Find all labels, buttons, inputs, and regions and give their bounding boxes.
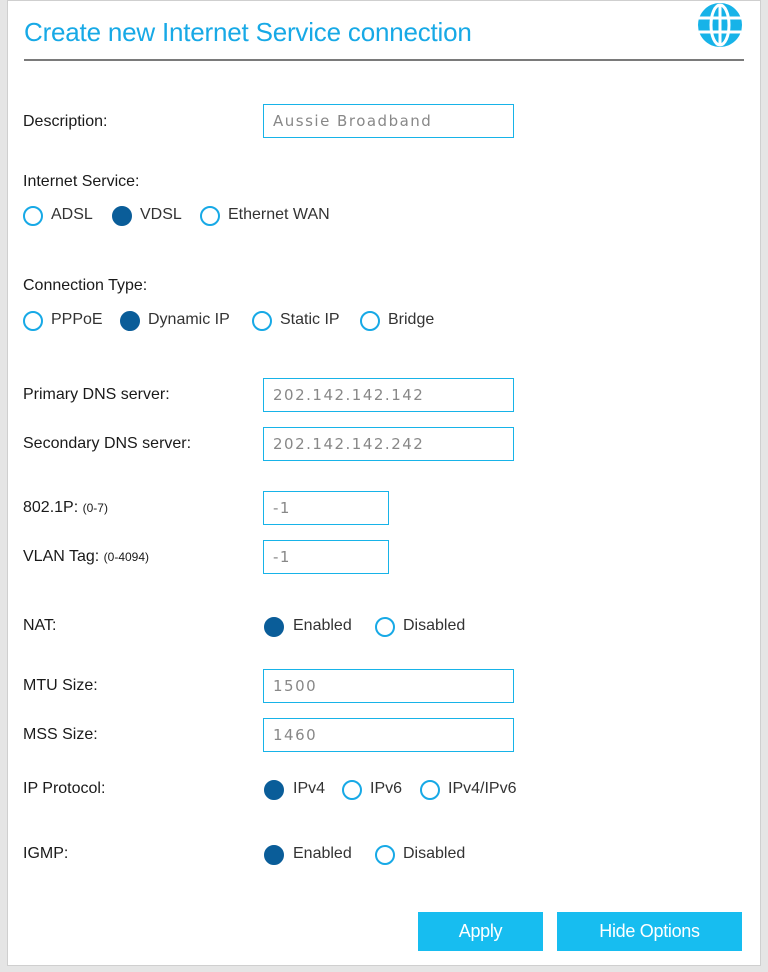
radio-static-ip[interactable] bbox=[252, 311, 272, 331]
ip-protocol-label: IP Protocol: bbox=[23, 780, 106, 797]
connection-panel: Create new Internet Service connection bbox=[7, 0, 761, 966]
vlan-tag-hint: (0-4094) bbox=[103, 550, 150, 564]
p8021-hint: (0-7) bbox=[82, 501, 108, 515]
p8021-input[interactable]: -1 bbox=[263, 491, 389, 525]
mss-size-label: MSS Size: bbox=[23, 726, 98, 743]
radio-ethernet-wan[interactable] bbox=[200, 206, 220, 226]
apply-button[interactable]: Apply bbox=[418, 912, 543, 951]
vlan-tag-input[interactable]: -1 bbox=[263, 540, 389, 574]
vlan-tag-label: VLAN Tag: (0-4094) bbox=[23, 548, 149, 566]
hide-options-button[interactable]: Hide Options bbox=[557, 912, 742, 951]
radio-adsl[interactable] bbox=[23, 206, 43, 226]
globe-icon bbox=[698, 3, 742, 47]
igmp-label: IGMP: bbox=[23, 845, 69, 862]
vlan-tag-label-text: VLAN Tag: bbox=[23, 548, 100, 565]
radio-igmp-disabled-label: Disabled bbox=[403, 845, 466, 862]
radio-bridge-label: Bridge bbox=[388, 311, 435, 328]
radio-ipv4[interactable] bbox=[264, 780, 284, 800]
radio-vdsl-label: VDSL bbox=[140, 206, 182, 223]
connection-type-label: Connection Type: bbox=[23, 277, 148, 294]
internet-service-label: Internet Service: bbox=[23, 173, 140, 190]
radio-vdsl[interactable] bbox=[112, 206, 132, 226]
radio-ipv4-ipv6[interactable] bbox=[420, 780, 440, 800]
radio-ethernet-wan-label: Ethernet WAN bbox=[228, 206, 330, 223]
secondary-dns-label: Secondary DNS server: bbox=[23, 435, 192, 452]
p8021-label-text: 802.1P: bbox=[23, 499, 79, 516]
description-input[interactable]: Aussie Broadband bbox=[263, 104, 514, 138]
mtu-size-input[interactable]: 1500 bbox=[263, 669, 514, 703]
radio-bridge[interactable] bbox=[360, 311, 380, 331]
radio-pppoe[interactable] bbox=[23, 311, 43, 331]
p8021-label: 802.1P: (0-7) bbox=[23, 499, 108, 517]
radio-dynamic-ip[interactable] bbox=[120, 311, 140, 331]
mss-size-input[interactable]: 1460 bbox=[263, 718, 514, 752]
radio-dynamic-ip-label: Dynamic IP bbox=[148, 311, 230, 328]
radio-igmp-disabled[interactable] bbox=[375, 845, 395, 865]
primary-dns-label: Primary DNS server: bbox=[23, 386, 170, 403]
radio-ipv4-ipv6-label: IPv4/IPv6 bbox=[448, 780, 517, 797]
radio-adsl-label: ADSL bbox=[51, 206, 93, 223]
radio-nat-enabled[interactable] bbox=[264, 617, 284, 637]
radio-ipv6-label: IPv6 bbox=[370, 780, 403, 797]
radio-nat-enabled-label: Enabled bbox=[293, 617, 352, 634]
radio-igmp-enabled[interactable] bbox=[264, 845, 284, 865]
page-title: Create new Internet Service connection bbox=[24, 17, 472, 47]
radio-nat-disabled-label: Disabled bbox=[403, 617, 466, 634]
radio-static-ip-label: Static IP bbox=[280, 311, 340, 328]
radio-pppoe-label: PPPoE bbox=[51, 311, 103, 328]
mtu-size-label: MTU Size: bbox=[23, 677, 98, 694]
title-divider bbox=[24, 59, 744, 61]
secondary-dns-input[interactable]: 202.142.142.242 bbox=[263, 427, 514, 461]
primary-dns-input[interactable]: 202.142.142.142 bbox=[263, 378, 514, 412]
radio-nat-disabled[interactable] bbox=[375, 617, 395, 637]
radio-ipv6[interactable] bbox=[342, 780, 362, 800]
radio-igmp-enabled-label: Enabled bbox=[293, 845, 352, 862]
radio-ipv4-label: IPv4 bbox=[293, 780, 326, 797]
nat-label: NAT: bbox=[23, 617, 57, 634]
description-label: Description: bbox=[23, 113, 108, 130]
